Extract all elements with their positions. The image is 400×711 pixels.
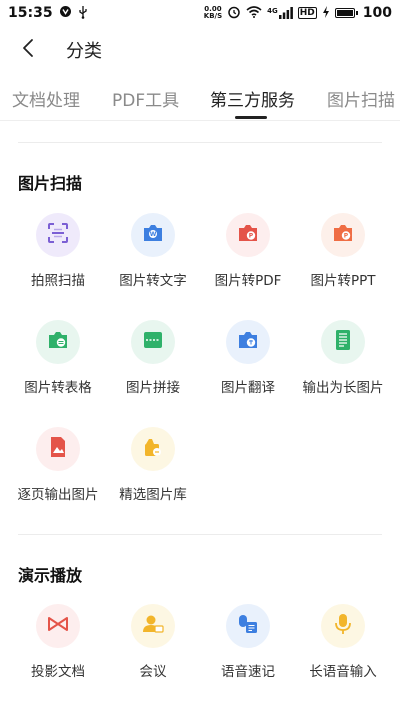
camera-table-icon — [47, 330, 69, 354]
tool-image-stitch[interactable]: 图片拼接 — [105, 320, 201, 416]
chevron-left-icon — [22, 38, 34, 62]
tool-page-export-image[interactable]: 逐页输出图片 — [10, 427, 106, 523]
tool-image-to-text[interactable]: W 图片转文字 — [105, 213, 201, 309]
image-library-icon — [142, 436, 164, 462]
tab-third-party-services[interactable]: 第三方服务 — [210, 86, 295, 111]
back-button[interactable] — [0, 28, 56, 72]
alarm-icon — [227, 5, 241, 22]
tool-label: 图片转文字 — [119, 273, 187, 289]
tool-photo-scan[interactable]: 拍照扫描 — [10, 213, 106, 309]
status-time: 15:35 — [8, 5, 53, 21]
tool-label: 输出为长图片 — [302, 380, 384, 396]
tab-active-indicator — [235, 116, 267, 119]
camera-ppt-icon: P — [332, 223, 354, 247]
tool-label: 会议 — [139, 664, 167, 680]
tool-label: 图片翻译 — [221, 380, 275, 396]
tabs-divider — [0, 120, 400, 121]
svg-text:P: P — [249, 233, 254, 240]
tool-voice-shorthand[interactable]: 语音速记 — [200, 604, 296, 700]
meeting-person-icon — [142, 613, 164, 639]
section-title-image-scan: 图片扫描 — [18, 174, 83, 193]
tool-label: 精选图片库 — [119, 487, 187, 503]
svg-text:W: W — [150, 231, 157, 238]
svg-text:P: P — [344, 233, 349, 240]
image-stitch-icon — [142, 330, 164, 354]
projector-bowtie-icon — [47, 616, 69, 636]
section-divider — [18, 534, 382, 535]
tool-image-to-ppt[interactable]: P 图片转PPT — [295, 213, 391, 309]
long-image-icon — [334, 329, 352, 355]
hd-label: HD — [297, 7, 317, 19]
nfc-icon — [59, 5, 72, 21]
microphone-icon — [334, 613, 352, 639]
page-image-icon — [49, 436, 67, 462]
tool-image-to-pdf[interactable]: P 图片转PDF — [200, 213, 296, 309]
tool-label: 语音速记 — [221, 664, 275, 680]
tab-pdf-tools[interactable]: PDF工具 — [112, 86, 179, 111]
tool-label: 逐页输出图片 — [17, 487, 99, 503]
tool-label: 图片转表格 — [24, 380, 92, 396]
tab-image-scan[interactable]: 图片扫描 — [327, 86, 395, 111]
tool-meeting[interactable]: 会议 — [105, 604, 201, 700]
tool-export-long-image[interactable]: 输出为长图片 — [295, 320, 391, 416]
tool-image-translate[interactable]: 图片翻译 — [200, 320, 296, 416]
tool-label: 图片转PDF — [214, 273, 282, 289]
voice-note-icon — [237, 613, 259, 639]
tool-long-voice-input[interactable]: 长语音输入 — [295, 604, 391, 700]
tool-image-library[interactable]: 精选图片库 — [105, 427, 201, 523]
battery-icon — [334, 8, 358, 18]
camera-text-icon: W — [142, 223, 164, 247]
tool-label: 长语音输入 — [309, 664, 377, 680]
tool-label: 图片拼接 — [126, 380, 180, 396]
charging-icon — [322, 5, 330, 21]
tool-label: 图片转PPT — [310, 273, 376, 289]
page-title: 分类 — [66, 41, 102, 62]
wifi-icon — [246, 5, 262, 21]
signal-icon: 4G — [267, 7, 293, 19]
tool-projection-document[interactable]: 投影文档 — [10, 604, 106, 700]
camera-translate-icon — [237, 330, 259, 354]
scan-frame-icon — [47, 222, 69, 248]
category-tabs: 文档处理 PDF工具 第三方服务 图片扫描 — [0, 80, 400, 120]
net-speed: 0.00 KB/S — [203, 5, 223, 20]
section-divider — [18, 142, 382, 143]
section-title-presentation: 演示播放 — [18, 566, 83, 585]
camera-pdf-icon: P — [237, 223, 259, 247]
tool-image-to-table[interactable]: 图片转表格 — [10, 320, 106, 416]
title-bar: 分类 — [0, 28, 400, 72]
battery-level: 100 — [362, 5, 392, 21]
status-bar: 15:35 0.00 KB/S 4G HD 100 — [0, 0, 400, 26]
tab-document-processing[interactable]: 文档处理 — [12, 86, 80, 111]
usb-icon — [78, 5, 88, 22]
tool-label: 拍照扫描 — [31, 273, 85, 289]
tool-label: 投影文档 — [31, 664, 85, 680]
